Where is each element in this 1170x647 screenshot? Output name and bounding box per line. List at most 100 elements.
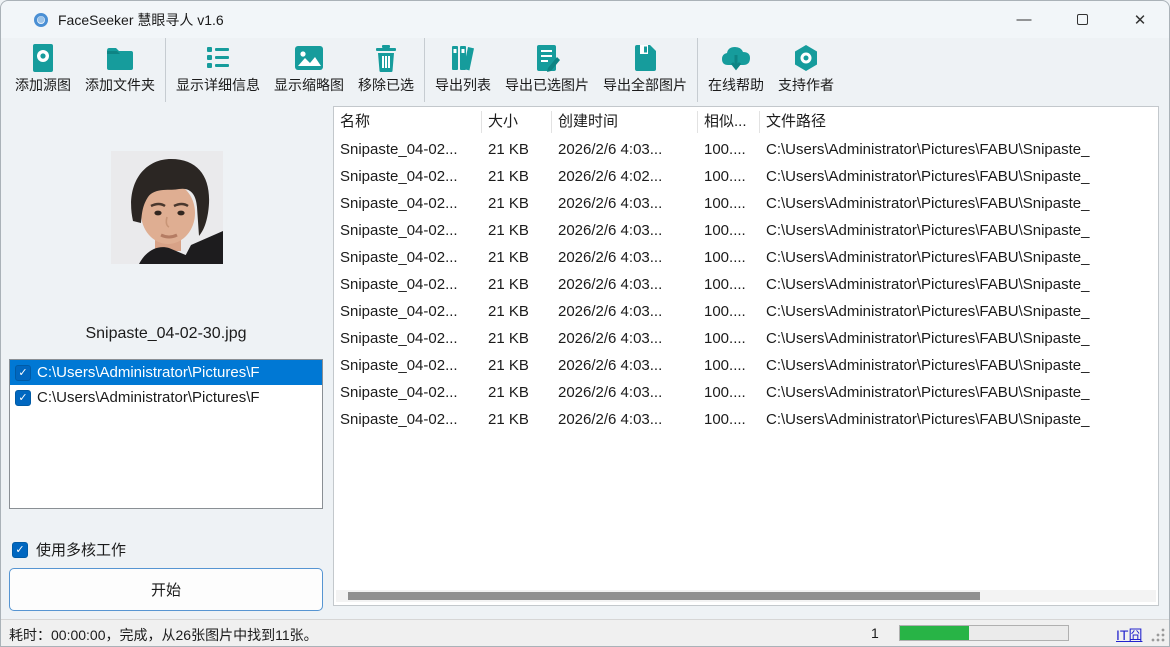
- cell-similarity: 100....: [698, 303, 760, 320]
- table-row[interactable]: Snipaste_04-02...21 KB2026/2/6 4:03...10…: [334, 298, 1158, 325]
- folder-checkbox[interactable]: ✓: [15, 390, 31, 406]
- cell-created: 2026/2/6 4:03...: [552, 384, 698, 401]
- toolbar-button-add-source[interactable]: 添加源图: [8, 38, 78, 97]
- toolbar-group: 添加源图添加文件夹: [5, 38, 166, 102]
- toolbar-button-online-help[interactable]: 在线帮助: [701, 38, 771, 97]
- title-bar: FaceSeeker 慧眼寻人 v1.6 — ✕: [1, 1, 1169, 38]
- folder-list-item[interactable]: ✓C:\Users\Administrator\Pictures\F: [10, 385, 322, 410]
- table-row[interactable]: Snipaste_04-02...21 KB2026/2/6 4:03...10…: [334, 325, 1158, 352]
- close-icon: ✕: [1134, 11, 1147, 29]
- status-message: 耗时：00:00:00，完成，从26张图片中找到11张。: [9, 625, 318, 645]
- cell-path: C:\Users\Administrator\Pictures\FABU\Sni…: [760, 222, 1158, 239]
- minimize-button[interactable]: —: [995, 1, 1053, 38]
- resize-grip-icon[interactable]: [1150, 627, 1166, 643]
- toolbar-button-label: 导出列表: [435, 75, 491, 95]
- trash-icon: [374, 42, 398, 74]
- website-link[interactable]: IT囧: [1116, 625, 1142, 645]
- cell-path: C:\Users\Administrator\Pictures\FABU\Sni…: [760, 195, 1158, 212]
- results-table-header: 名称 大小 创建时间 相似... 文件路径: [334, 107, 1158, 136]
- toolbar-button-support-author[interactable]: 支持作者: [771, 38, 841, 97]
- toolbar-button-show-thumbs[interactable]: 显示缩略图: [267, 38, 351, 97]
- cell-name: Snipaste_04-02...: [334, 384, 482, 401]
- toolbar-button-label: 移除已选: [358, 75, 414, 95]
- table-row[interactable]: Snipaste_04-02...21 KB2026/2/6 4:03...10…: [334, 406, 1158, 433]
- online-help-icon: [720, 42, 752, 74]
- table-row[interactable]: Snipaste_04-02...21 KB2026/2/6 4:03...10…: [334, 352, 1158, 379]
- folder-checkbox[interactable]: ✓: [15, 365, 31, 381]
- cell-name: Snipaste_04-02...: [334, 303, 482, 320]
- cell-path: C:\Users\Administrator\Pictures\FABU\Sni…: [760, 249, 1158, 266]
- source-face-image: [111, 151, 223, 264]
- column-header-name[interactable]: 名称: [334, 111, 482, 133]
- toolbar-button-label: 导出全部图片: [603, 75, 687, 95]
- toolbar-button-export-selected[interactable]: 导出已选图片: [498, 38, 596, 97]
- source-image-filename: Snipaste_04-02-30.jpg: [1, 325, 331, 343]
- progress-bar: [899, 625, 1069, 641]
- toolbar-button-label: 显示缩略图: [274, 75, 344, 95]
- toolbar-button-remove-selected[interactable]: 移除已选: [351, 38, 421, 97]
- cell-created: 2026/2/6 4:03...: [552, 249, 698, 266]
- toolbar-button-add-folder[interactable]: 添加文件夹: [78, 38, 162, 97]
- cell-name: Snipaste_04-02...: [334, 141, 482, 158]
- cell-path: C:\Users\Administrator\Pictures\FABU\Sni…: [760, 303, 1158, 320]
- export-selected-icon: [533, 42, 561, 74]
- cell-size: 21 KB: [482, 195, 552, 212]
- toolbar-button-export-list[interactable]: 导出列表: [428, 38, 498, 97]
- toolbar-button-label: 添加源图: [15, 75, 71, 95]
- status-count: 1: [871, 625, 879, 641]
- multicore-option[interactable]: ✓ 使用多核工作: [12, 539, 126, 560]
- column-header-size[interactable]: 大小: [482, 111, 552, 133]
- cell-size: 21 KB: [482, 168, 552, 185]
- multicore-label: 使用多核工作: [36, 539, 126, 560]
- table-row[interactable]: Snipaste_04-02...21 KB2026/2/6 4:03...10…: [334, 379, 1158, 406]
- cell-name: Snipaste_04-02...: [334, 249, 482, 266]
- cell-created: 2026/2/6 4:03...: [552, 141, 698, 158]
- folder-list-item[interactable]: ✓ C:\Users\Administrator\Pictures\F: [10, 360, 322, 385]
- support-author-icon: [793, 42, 819, 74]
- export-all-icon: [632, 42, 658, 74]
- column-header-similarity[interactable]: 相似...: [698, 111, 760, 133]
- cell-size: 21 KB: [482, 141, 552, 158]
- cell-similarity: 100....: [698, 222, 760, 239]
- export-list-icon: [449, 42, 477, 74]
- toolbar: 添加源图添加文件夹显示详细信息显示缩略图移除已选导出列表导出已选图片导出全部图片…: [1, 38, 1169, 102]
- column-header-path[interactable]: 文件路径: [760, 111, 1158, 133]
- toolbar-button-label: 支持作者: [778, 75, 834, 95]
- toolbar-group: 显示详细信息显示缩略图移除已选: [166, 38, 425, 102]
- minimize-icon: —: [1017, 11, 1032, 28]
- toolbar-button-label: 显示详细信息: [176, 75, 260, 95]
- folder-path-label: C:\Users\Administrator\Pictures\F: [37, 364, 260, 381]
- search-folder-list[interactable]: ✓C:\Users\Administrator\Pictures\F✓C:\Us…: [9, 359, 323, 509]
- horizontal-scrollbar-thumb[interactable]: [348, 592, 979, 600]
- cell-size: 21 KB: [482, 330, 552, 347]
- close-button[interactable]: ✕: [1111, 1, 1169, 38]
- status-bar: 耗时：00:00:00，完成，从26张图片中找到11张。 1 IT囧: [1, 619, 1169, 646]
- toolbar-group: 在线帮助支持作者: [698, 38, 844, 102]
- cell-similarity: 100....: [698, 141, 760, 158]
- cell-size: 21 KB: [482, 411, 552, 428]
- table-row[interactable]: Snipaste_04-02...21 KB2026/2/6 4:02...10…: [334, 163, 1158, 190]
- table-row[interactable]: Snipaste_04-02...21 KB2026/2/6 4:03...10…: [334, 136, 1158, 163]
- start-button[interactable]: 开始: [9, 568, 323, 611]
- cell-size: 21 KB: [482, 249, 552, 266]
- column-header-created[interactable]: 创建时间: [552, 111, 698, 133]
- maximize-button[interactable]: [1053, 1, 1111, 38]
- table-row[interactable]: Snipaste_04-02...21 KB2026/2/6 4:03...10…: [334, 244, 1158, 271]
- toolbar-button-show-details[interactable]: 显示详细信息: [169, 38, 267, 97]
- cell-similarity: 100....: [698, 411, 760, 428]
- table-row[interactable]: Snipaste_04-02...21 KB2026/2/6 4:03...10…: [334, 271, 1158, 298]
- toolbar-button-label: 添加文件夹: [85, 75, 155, 95]
- cell-similarity: 100....: [698, 195, 760, 212]
- cell-path: C:\Users\Administrator\Pictures\FABU\Sni…: [760, 357, 1158, 374]
- table-row[interactable]: Snipaste_04-02...21 KB2026/2/6 4:03...10…: [334, 217, 1158, 244]
- table-row[interactable]: Snipaste_04-02...21 KB2026/2/6 4:03...10…: [334, 190, 1158, 217]
- cell-similarity: 100....: [698, 357, 760, 374]
- cell-created: 2026/2/6 4:03...: [552, 195, 698, 212]
- cell-size: 21 KB: [482, 303, 552, 320]
- horizontal-scrollbar[interactable]: [336, 590, 1156, 602]
- toolbar-button-export-all[interactable]: 导出全部图片: [596, 38, 694, 97]
- window-controls: — ✕: [995, 1, 1169, 38]
- multicore-checkbox[interactable]: ✓: [12, 542, 28, 558]
- source-panel: Snipaste_04-02-30.jpg ✓ C:\Users\Administ…: [1, 102, 331, 619]
- cell-size: 21 KB: [482, 222, 552, 239]
